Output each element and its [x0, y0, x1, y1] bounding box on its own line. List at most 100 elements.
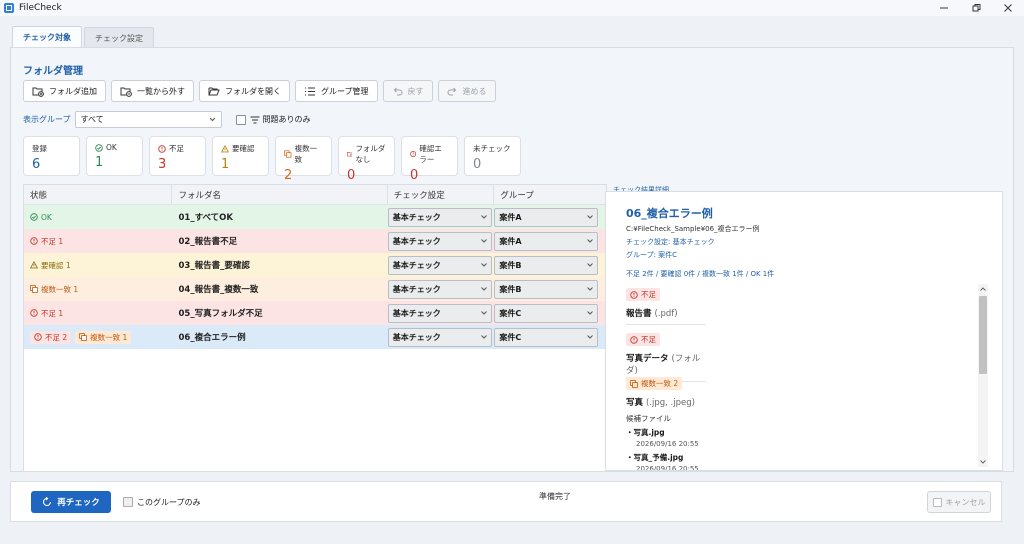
detail-setting: チェック設定: 基本チェック [626, 238, 715, 246]
folder-name: 03_報告書_要確認 [178, 261, 250, 271]
copy-icon [284, 150, 292, 158]
summary-card[interactable]: 要確認 1 [212, 136, 269, 176]
window-title: FileCheck [19, 3, 62, 13]
check-setting-select[interactable]: 基本チェック [387, 327, 492, 347]
close-button[interactable] [992, 0, 1024, 16]
summary-card[interactable]: 確認エラー 0 [401, 136, 458, 183]
cancel-button[interactable]: キャンセル [927, 491, 991, 513]
folder-name: 04_報告書_複数一致 [178, 285, 259, 295]
summary-card-value: 6 [32, 157, 41, 172]
summary-card-label: 確認エラー [410, 143, 449, 165]
table-row[interactable]: 複数一致 1 04_報告書_複数一致 基本チェック 案件B [24, 277, 606, 301]
group-select[interactable]: 案件C [494, 303, 599, 323]
summary-card[interactable]: 複数一致 2 [275, 136, 332, 183]
summary-card-value: 2 [284, 168, 293, 183]
chevron-down-icon [480, 239, 487, 243]
cancel-label: キャンセル [945, 497, 986, 507]
chevron-down-icon [480, 335, 487, 339]
table-body: OK 01_すべてOK 基本チェック 案件A 不足 1 02_報告書不足 基本チェック 案件A… [24, 205, 606, 349]
problems-only-checkbox[interactable] [235, 114, 246, 125]
summary-card-label: 複数一致 [284, 143, 323, 165]
undo-button[interactable]: 戻す [382, 80, 433, 102]
status-badge: 不足 2 [30, 330, 72, 344]
chevron-down-icon [480, 311, 487, 315]
chevron-down-icon [480, 287, 487, 291]
group-manage-label: グループ管理 [321, 86, 369, 96]
copy-icon [630, 379, 638, 388]
tab-check-settings[interactable]: チェック設定 [84, 27, 154, 48]
open-folder-button[interactable]: フォルダを開く [199, 80, 290, 102]
tab-bar: チェック対象 チェック設定 [12, 26, 154, 48]
detail-panel: 06_複合エラー例 C:¥FileCheck_Sample¥06_複合エラー例 … [605, 191, 1003, 471]
chevron-down-icon [587, 215, 594, 219]
tab-check-targets[interactable]: チェック対象 [12, 26, 82, 48]
summary-card[interactable]: 未チェック 0 [464, 136, 521, 176]
status-cell: 不足 2 複数一致 1 [24, 325, 173, 349]
filter-row: 表示グループ すべて 問題ありのみ [23, 111, 311, 128]
folder-name: 01_すべてOK [178, 213, 233, 223]
table-row[interactable]: 要確認 1 03_報告書_要確認 基本チェック 案件B [24, 253, 606, 277]
header-status[interactable]: 状態 [24, 185, 173, 204]
summary-card[interactable]: 登録 6 [23, 136, 80, 176]
this-group-only-checkbox[interactable] [123, 497, 133, 507]
scroll-up-icon[interactable] [980, 287, 986, 291]
chevron-down-icon [587, 335, 594, 339]
group-select[interactable]: 案件A [494, 231, 599, 251]
folder-open-icon [208, 87, 220, 95]
candidates-label: 候補ファイル [626, 413, 671, 423]
group-select[interactable]: 案件B [494, 255, 599, 275]
alert-circle-icon [30, 237, 38, 245]
group-manage-button[interactable]: グループ管理 [295, 80, 378, 102]
check-circle-icon [95, 143, 103, 152]
filter-icon [250, 116, 260, 123]
maximize-button[interactable] [960, 0, 992, 16]
scroll-down-icon[interactable] [980, 460, 986, 464]
detail-item-name: 写真 (.jpg, .jpeg) [626, 397, 695, 408]
summary-card[interactable]: 不足 3 [149, 136, 206, 176]
header-group[interactable]: グループ [494, 185, 606, 204]
problems-only-label: 問題ありのみ [262, 115, 311, 124]
summary-card[interactable]: フォルダなし 0 [338, 136, 395, 183]
detail-scrollbar[interactable] [978, 284, 988, 467]
group-select[interactable]: 案件B [494, 279, 599, 299]
title-bar: FileCheck [0, 0, 1024, 16]
status-cell: 不足 1 [24, 301, 173, 325]
check-setting-select[interactable]: 基本チェック [387, 255, 492, 275]
cancel-icon [932, 497, 942, 507]
check-setting-select[interactable]: 基本チェック [387, 303, 492, 323]
scrollbar-thumb[interactable] [979, 296, 987, 374]
recheck-button[interactable]: 再チェック [31, 491, 111, 513]
group-filter-label: 表示グループ [23, 115, 71, 124]
minimize-button[interactable] [928, 0, 960, 16]
section-title: フォルダ管理 [23, 66, 83, 77]
table-header: 状態 フォルダ名 チェック設定 グループ [24, 185, 606, 205]
table-row[interactable]: OK 01_すべてOK 基本チェック 案件A [24, 205, 606, 229]
folder-name: 06_複合エラー例 [178, 333, 246, 343]
check-setting-select[interactable]: 基本チェック [387, 231, 492, 251]
folder-remove-icon [120, 87, 132, 97]
warning-triangle-icon [221, 144, 229, 152]
check-circle-icon [30, 213, 38, 221]
header-folder-name[interactable]: フォルダ名 [172, 185, 388, 204]
table-row[interactable]: 不足 2 複数一致 1 06_複合エラー例 基本チェック 案件C [24, 325, 606, 349]
group-filter-select[interactable]: すべて [74, 111, 222, 128]
remove-from-list-button[interactable]: 一覧から外す [111, 80, 194, 102]
this-group-only-label: このグループのみ [137, 498, 201, 507]
summary-card[interactable]: OK 1 [86, 136, 143, 176]
copy-icon [79, 333, 87, 341]
folder-name: 02_報告書不足 [178, 237, 238, 247]
group-select[interactable]: 案件A [494, 207, 599, 227]
add-folder-button[interactable]: フォルダ追加 [23, 80, 106, 102]
chevron-down-icon [480, 215, 487, 219]
table-row[interactable]: 不足 1 05_写真フォルダ不足 基本チェック 案件C [24, 301, 606, 325]
check-setting-select[interactable]: 基本チェック [387, 279, 492, 299]
summary-card-label: OK [95, 143, 134, 152]
summary-card-value: 0 [473, 157, 482, 172]
alert-circle-icon [34, 333, 42, 341]
group-select[interactable]: 案件C [494, 327, 599, 347]
table-row[interactable]: 不足 1 02_報告書不足 基本チェック 案件A [24, 229, 606, 253]
redo-button[interactable]: 進める [437, 80, 496, 102]
detail-item-report: 不足 報告書 (.pdf) [626, 288, 706, 325]
check-setting-select[interactable]: 基本チェック [387, 207, 492, 227]
header-check-setting[interactable]: チェック設定 [388, 185, 495, 204]
